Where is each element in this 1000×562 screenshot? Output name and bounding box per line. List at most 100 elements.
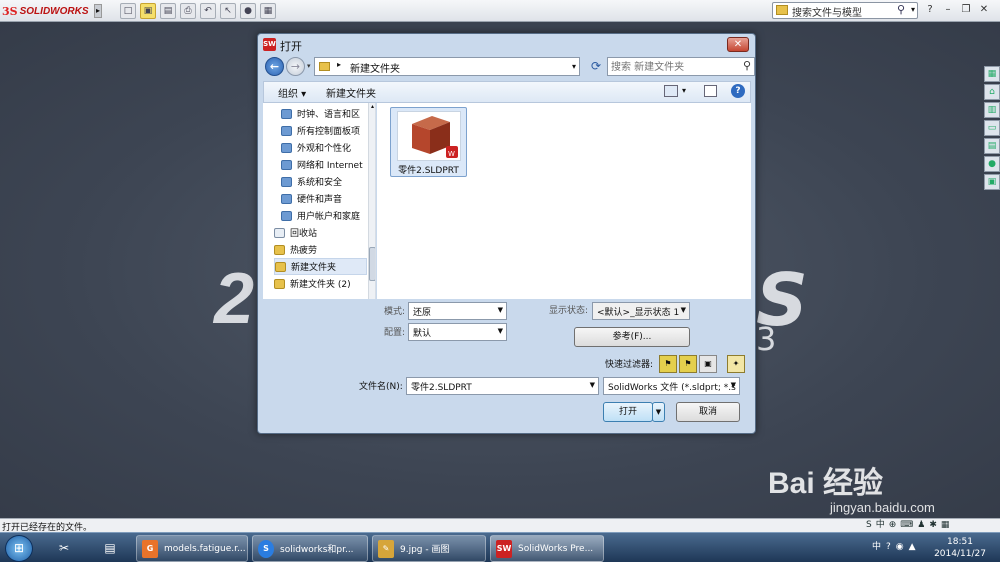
view-options-chevron-icon[interactable]: ▾: [682, 86, 686, 95]
rebuild-icon[interactable]: ●: [240, 3, 256, 19]
tools-icon[interactable]: ✱: [929, 519, 937, 532]
chevron-down-icon[interactable]: ▾: [572, 62, 576, 71]
references-button[interactable]: 参考(F)...: [574, 327, 690, 347]
folder-search-input[interactable]: [611, 60, 735, 74]
nav-item-network[interactable]: 网络和 Internet: [281, 156, 375, 173]
open-options-dropdown[interactable]: ▼: [652, 402, 665, 422]
help-tray-icon[interactable]: ?: [886, 537, 891, 557]
filter-assemblies-icon[interactable]: ⚑: [679, 355, 697, 373]
nav-item-clock-region[interactable]: 时钟、语言和区: [281, 105, 375, 122]
clock[interactable]: 18:51 2014/11/27: [930, 536, 990, 560]
start-button[interactable]: ⊞: [5, 535, 33, 562]
chevron-down-icon[interactable]: ▼: [498, 327, 503, 335]
chevron-down-icon[interactable]: ▼: [498, 306, 503, 314]
menu-expand-arrow[interactable]: ▸: [94, 4, 102, 18]
filter-parts-icon[interactable]: ⚑: [659, 355, 677, 373]
nav-scrollbar[interactable]: ▴: [368, 103, 375, 299]
file-explorer-icon[interactable]: ▭: [984, 120, 1000, 136]
options-icon[interactable]: ▦: [260, 3, 276, 19]
system-tray: 中 ? ◉ ▲: [872, 537, 916, 557]
address-path[interactable]: 新建文件夹: [350, 60, 400, 75]
chevron-down-icon[interactable]: ▼: [681, 306, 686, 314]
punctuation-icon[interactable]: ⊕: [889, 519, 897, 532]
task-paint[interactable]: ✎ 9.jpg - 画图: [372, 535, 486, 562]
view-icon[interactable]: [664, 85, 678, 97]
browser-icon: S: [258, 539, 274, 558]
help-icon[interactable]: ?: [731, 84, 745, 98]
search-results-icon[interactable]: ▤: [984, 138, 1000, 154]
task-solidworks-browser[interactable]: S solidworks和pr...: [252, 535, 368, 562]
appearances-icon[interactable]: ●: [984, 156, 1000, 172]
file-explorer-icon[interactable]: ▤: [92, 536, 128, 560]
nav-item-new-folder[interactable]: 新建文件夹: [274, 258, 367, 275]
search-icon[interactable]: ⚲: [743, 59, 751, 72]
chevron-down-icon[interactable]: ▾: [911, 5, 915, 14]
task-solidworks[interactable]: SW SolidWorks Pre...: [490, 535, 604, 562]
filename-input[interactable]: 零件2.SLDPRT ▼: [406, 377, 599, 395]
open-file-icon[interactable]: ▣: [140, 3, 156, 19]
restore-icon[interactable]: ❐: [960, 3, 972, 17]
refresh-icon[interactable]: ⟳: [587, 57, 605, 76]
dialog-titlebar[interactable]: SW 打开 ✕: [258, 34, 755, 56]
help-icon[interactable]: ?: [924, 3, 936, 17]
file-item[interactable]: W 零件2.SLDPRT: [390, 107, 467, 177]
open-button[interactable]: 打开: [603, 402, 653, 422]
nav-item-label: 硬件和声音: [297, 195, 343, 205]
home-icon[interactable]: ⌂: [984, 84, 1000, 100]
address-bar[interactable]: ▸ 新建文件夹 ▾: [314, 57, 580, 76]
scroll-up-icon[interactable]: ▴: [369, 103, 375, 111]
undo-icon[interactable]: ↶: [200, 3, 216, 19]
nav-item-user-accounts[interactable]: 用户帐户和家庭: [281, 207, 375, 224]
chevron-down-icon[interactable]: ▼: [590, 381, 595, 389]
mode-select[interactable]: 还原 ▼: [408, 302, 507, 320]
new-document-icon[interactable]: □: [120, 3, 136, 19]
nav-item-folder-fatigue[interactable]: 热疲劳: [274, 241, 375, 258]
scroll-thumb[interactable]: [369, 247, 375, 281]
print-icon[interactable]: ⎙: [180, 3, 196, 19]
show-hidden-icons-icon[interactable]: ▲: [909, 537, 916, 557]
filename-value[interactable]: 零件2.SLDPRT: [411, 383, 472, 393]
recent-locations-icon[interactable]: ▾: [307, 62, 311, 70]
minimize-icon[interactable]: –: [942, 3, 954, 17]
search-icon[interactable]: ⚲: [897, 3, 905, 16]
nav-item-new-folder-2[interactable]: 新建文件夹 (2): [274, 275, 375, 292]
filetype-select[interactable]: SolidWorks 文件 (*.sldprt; *.s ▼: [603, 377, 740, 395]
filter-top-level-icon[interactable]: ✦: [727, 355, 745, 373]
cancel-button[interactable]: 取消: [676, 402, 740, 422]
nav-item-system-security[interactable]: 系统和安全: [281, 173, 375, 190]
shirt-icon[interactable]: ♟: [917, 519, 925, 532]
back-button[interactable]: ←: [265, 57, 284, 76]
breadcrumb-arrow-icon[interactable]: ▸: [337, 60, 341, 69]
ime-icon[interactable]: S: [866, 519, 872, 532]
pinned-app-icon[interactable]: ✂: [46, 536, 82, 560]
save-icon[interactable]: ▤: [160, 3, 176, 19]
grid-icon[interactable]: ▦: [941, 519, 950, 532]
nav-item-recycle-bin[interactable]: 回收站: [274, 224, 375, 241]
dialog-close-button[interactable]: ✕: [727, 37, 749, 52]
select-icon[interactable]: ↖: [220, 3, 236, 19]
chevron-down-icon[interactable]: ▼: [731, 381, 736, 389]
solidworks-logo[interactable]: 3S SOLIDWORKS: [2, 3, 94, 19]
nav-item-appearance[interactable]: 外观和个性化: [281, 139, 375, 156]
organize-button[interactable]: 组织 ▾: [278, 85, 306, 100]
ime-mode-icon[interactable]: 中: [876, 519, 885, 532]
solidworks-icon: SW: [496, 539, 512, 558]
solidworks-resources-icon[interactable]: ▦: [984, 66, 1000, 82]
model-search-box[interactable]: 搜索文件与模型 ⚲ ▾: [772, 2, 918, 19]
keyboard-icon[interactable]: ⌨: [900, 519, 913, 532]
nav-item-hardware-sound[interactable]: 硬件和声音: [281, 190, 375, 207]
design-library-icon[interactable]: ▥: [984, 102, 1000, 118]
network-tray-icon[interactable]: ◉: [896, 537, 904, 557]
new-folder-button[interactable]: 新建文件夹: [326, 85, 376, 100]
custom-properties-icon[interactable]: ▣: [984, 174, 1000, 190]
nav-item-all-control-panel[interactable]: 所有控制面板项: [281, 122, 375, 139]
config-select[interactable]: 默认 ▼: [408, 323, 507, 341]
ime-tray-icon[interactable]: 中: [872, 537, 881, 557]
display-state-select[interactable]: <默认>_显示状态 1 ▼: [592, 302, 690, 320]
preview-pane-icon[interactable]: [704, 85, 717, 97]
forward-button[interactable]: →: [286, 57, 305, 76]
close-icon[interactable]: ✕: [978, 3, 990, 17]
filter-drawings-icon[interactable]: ▣: [699, 355, 717, 373]
folder-search-box[interactable]: ⚲: [607, 57, 755, 76]
task-models-fatigue[interactable]: G models.fatigue.r...: [136, 535, 248, 562]
